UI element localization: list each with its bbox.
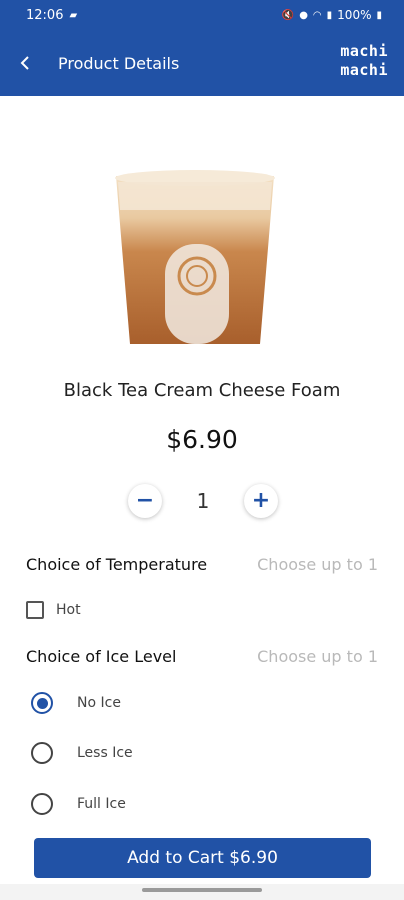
battery-icon: ▮ <box>376 9 382 21</box>
option-label: Full Ice <box>77 796 126 812</box>
decrement-button[interactable]: − <box>128 484 162 518</box>
chevron-left-icon <box>20 56 29 70</box>
notification-icon: ▰ <box>69 9 78 21</box>
hot-checkbox[interactable] <box>26 601 44 619</box>
wifi-icon: ◠ <box>312 9 322 21</box>
ice-section-header: Choice of Ice Level Choose up to 1 <box>26 647 378 666</box>
status-time: 12:06 <box>26 7 64 23</box>
back-button[interactable] <box>0 30 50 96</box>
no-ice-radio[interactable] <box>31 692 53 714</box>
product-image <box>115 170 275 344</box>
option-hot[interactable]: Hot <box>26 601 81 619</box>
app-bar: Product Details machi machi <box>0 30 404 96</box>
increment-button[interactable]: + <box>243 484 278 518</box>
option-no-ice[interactable]: No Ice <box>31 692 121 714</box>
option-label: Less Ice <box>77 745 133 761</box>
nav-bar <box>0 884 404 900</box>
option-label: No Ice <box>77 695 121 711</box>
temperature-hint: Choose up to 1 <box>257 555 378 574</box>
option-label: Hot <box>56 602 81 618</box>
brand-logo: machi machi <box>340 42 388 79</box>
ice-title: Choice of Ice Level <box>26 647 177 666</box>
location-icon: ● <box>299 9 308 21</box>
status-bar: 12:06 ▰ 🔇 ● ◠ ▮ 100% ▮ <box>0 0 404 30</box>
temperature-section-header: Choice of Temperature Choose up to 1 <box>26 555 378 574</box>
product-name: Black Tea Cream Cheese Foam <box>63 380 341 401</box>
home-indicator[interactable] <box>142 888 262 892</box>
quantity-value: 1 <box>196 489 210 513</box>
quantity-stepper: − 1 + <box>128 484 278 518</box>
option-less-ice[interactable]: Less Ice <box>31 742 133 764</box>
page-title: Product Details <box>58 53 180 73</box>
signal-icon: ▮ <box>326 9 333 21</box>
battery-percent: 100% <box>337 8 372 22</box>
mute-icon: 🔇 <box>281 9 295 21</box>
option-full-ice[interactable]: Full Ice <box>31 793 126 815</box>
ice-hint: Choose up to 1 <box>257 647 378 666</box>
less-ice-radio[interactable] <box>31 742 53 764</box>
add-to-cart-button[interactable]: Add to Cart $6.90 <box>34 838 371 878</box>
product-price: $6.90 <box>166 425 238 454</box>
full-ice-radio[interactable] <box>31 793 53 815</box>
temperature-title: Choice of Temperature <box>26 555 208 574</box>
